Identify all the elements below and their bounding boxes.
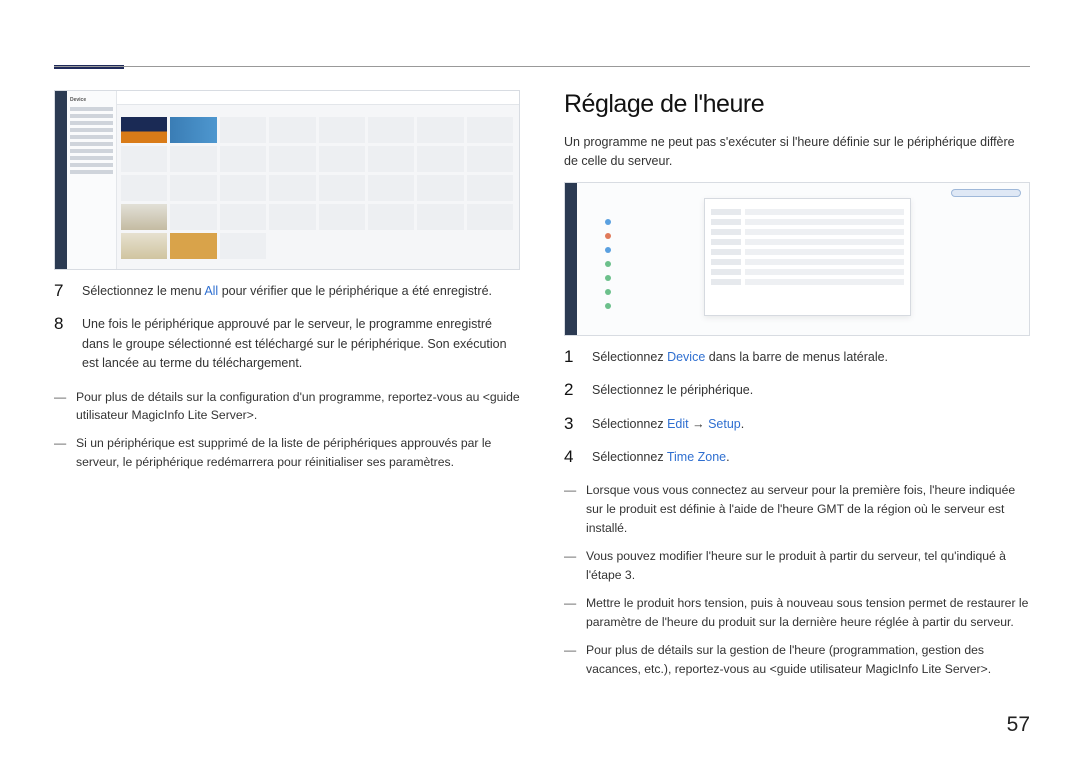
link-setup: Setup (708, 417, 741, 431)
note-item: Pour plus de détails sur la gestion de l… (564, 641, 1030, 679)
screenshot-device-grid: Device (54, 90, 520, 270)
link-device: Device (667, 350, 705, 364)
note-item: Vous pouvez modifier l'heure sur le prod… (564, 547, 1030, 585)
step-1: 1 Sélectionnez Device dans la barre de m… (564, 348, 1030, 367)
step-7: 7 Sélectionnez le menu All pour vérifier… (54, 282, 520, 301)
note-item: Mettre le produit hors tension, puis à n… (564, 594, 1030, 632)
step-number: 7 (54, 282, 68, 301)
page-number: 57 (1007, 713, 1030, 737)
left-column: Device 7 Sélectionn (54, 90, 520, 687)
link-timezone: Time Zone (667, 450, 726, 464)
section-title: Réglage de l'heure (564, 90, 1030, 119)
link-edit: Edit (667, 417, 689, 431)
note-item: Pour plus de détails sur la configuratio… (54, 388, 520, 426)
note-item: Si un périphérique est supprimé de la li… (54, 434, 520, 472)
step-3: 3 Sélectionnez Edit → Setup. (564, 415, 1030, 434)
step-8: 8 Une fois le périphérique approuvé par … (54, 315, 520, 373)
step-4: 4 Sélectionnez Time Zone. (564, 448, 1030, 467)
step-number: 1 (564, 348, 578, 367)
right-column: Réglage de l'heure Un programme ne peut … (564, 90, 1030, 687)
note-item: Lorsque vous vous connectez au serveur p… (564, 481, 1030, 538)
intro-text: Un programme ne peut pas s'exécuter si l… (564, 133, 1030, 172)
screenshot-side-title: Device (70, 97, 113, 103)
step-number: 2 (564, 381, 578, 400)
step-number: 8 (54, 315, 68, 373)
step-number: 3 (564, 415, 578, 434)
step-number: 4 (564, 448, 578, 467)
screenshot-time-setup (564, 182, 1030, 336)
step-2: 2 Sélectionnez le périphérique. (564, 381, 1030, 400)
link-all: All (204, 284, 218, 298)
